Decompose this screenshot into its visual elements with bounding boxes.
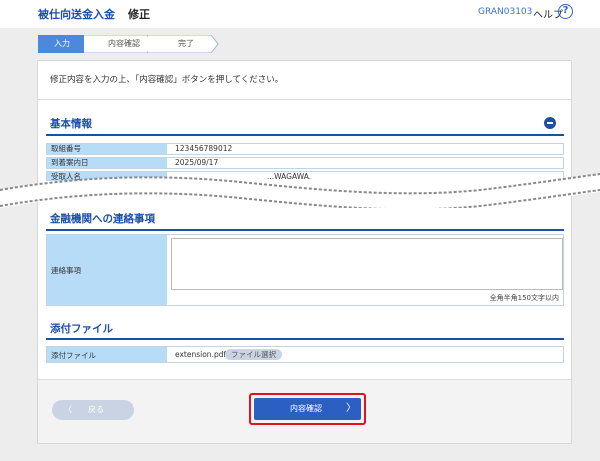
info-value: 123456789012 <box>175 144 233 153</box>
attachment-filename: extension.pdf <box>175 350 227 359</box>
basic-info-title: 基本情報 <box>50 118 92 130</box>
char-limit-note: 全角半角150文字以内 <box>489 294 559 302</box>
chevron-left-icon: 〈 <box>64 405 72 414</box>
section-rule <box>46 338 564 340</box>
info-value: 2025/09/17 <box>175 158 219 167</box>
back-button-label: 戻る <box>88 405 104 414</box>
step-label: 入力 <box>54 39 70 48</box>
instruction-text: 修正内容を入力の上、「内容確認」ボタンを押してください。 <box>50 75 284 85</box>
section-rule <box>46 134 564 136</box>
app-title: 被仕向送金入金 <box>38 8 115 21</box>
section-rule <box>46 229 564 231</box>
page-title: 修正 <box>128 8 150 21</box>
file-select-button[interactable]: ファイル選択 <box>225 349 282 360</box>
divider <box>38 99 571 100</box>
screen-id: GRAN03103 <box>478 7 533 17</box>
chevron-right-icon: 〉 <box>346 403 356 414</box>
info-row: 取組番号 123456789012 <box>46 143 564 155</box>
contact-textarea[interactable] <box>171 238 563 290</box>
confirm-button[interactable]: 内容確認 〉 <box>254 398 361 420</box>
step-complete: 完了 <box>148 35 219 53</box>
header-bar: 被仕向送金入金 修正 GRAN03103 ヘルプ ? <box>0 0 600 28</box>
attachment-section-title: 添付ファイル <box>50 323 113 335</box>
contact-section-title: 金融機関への連絡事項 <box>50 213 155 225</box>
step-confirm: 内容確認 <box>84 35 155 53</box>
confirm-button-label: 内容確認 <box>290 404 322 413</box>
step-label: 内容確認 <box>108 39 140 48</box>
contact-row: 連絡事項 全角半角150文字以内 <box>46 234 564 306</box>
step-indicator: 入力 内容確認 完了 <box>38 35 238 53</box>
contact-label: 連絡事項 <box>47 235 167 305</box>
footer-actions: 〈 戻る 内容確認 〉 <box>38 379 571 443</box>
omission-wave-icon <box>0 173 600 208</box>
collapse-minus-icon[interactable] <box>544 117 556 129</box>
step-label: 完了 <box>178 39 194 48</box>
back-button[interactable]: 〈 戻る <box>52 400 134 420</box>
info-label: 取組番号 <box>47 144 167 154</box>
attachment-row: 添付ファイル extension.pdf ファイル選択 <box>46 346 564 363</box>
main-panel: 修正内容を入力の上、「内容確認」ボタンを押してください。 基本情報 取組番号 1… <box>37 60 572 444</box>
help-icon[interactable]: ? <box>558 4 573 19</box>
confirm-highlight: 内容確認 〉 <box>249 393 366 425</box>
info-label: 到着案内日 <box>47 158 167 168</box>
attachment-label: 添付ファイル <box>47 347 167 362</box>
step-input: 入力 <box>38 35 92 53</box>
